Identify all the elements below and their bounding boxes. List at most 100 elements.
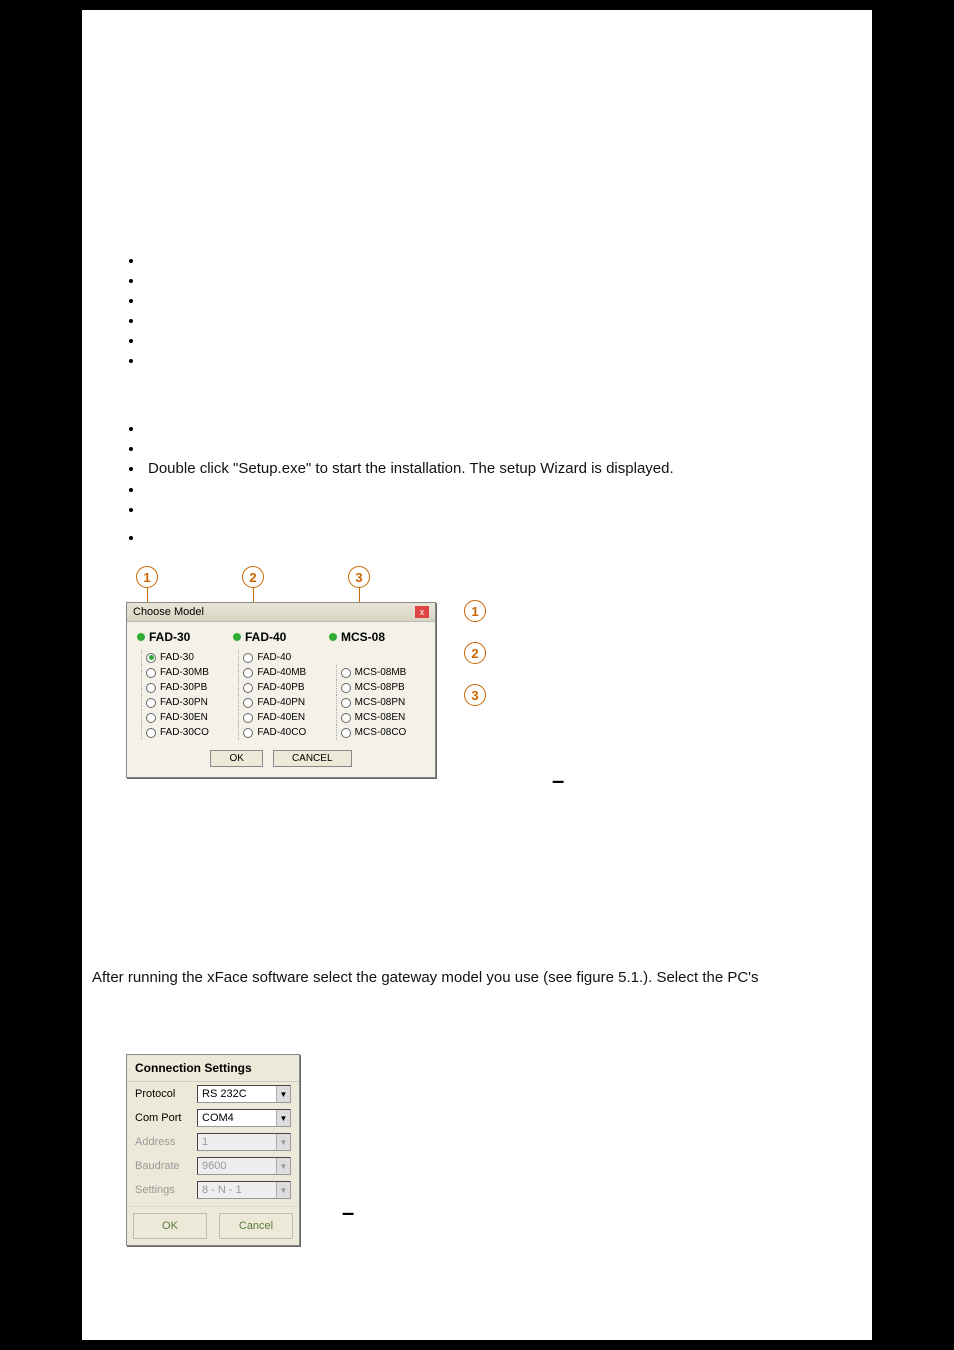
callout-3: 3 (348, 566, 370, 588)
dot-icon (329, 633, 337, 641)
header-fad30: FAD-30 (137, 630, 233, 644)
model-option[interactable]: MCS-08PN (336, 695, 425, 710)
model-col-3: xMCS-08MBMCS-08PBMCS-08PNMCS-08ENMCS-08C… (332, 650, 425, 740)
connection-select[interactable]: RS 232C▼ (197, 1085, 291, 1103)
radio-icon[interactable] (341, 728, 351, 738)
model-label: MCS-08EN (355, 712, 406, 723)
callouts-right: 1 2 3 (464, 600, 486, 706)
model-option[interactable]: MCS-08MB (336, 665, 425, 680)
dialog-title-text: Choose Model (133, 606, 204, 618)
connection-select: 1▼ (197, 1133, 291, 1151)
ok-button[interactable]: OK (210, 750, 262, 767)
radio-icon[interactable] (146, 698, 156, 708)
radio-icon[interactable] (146, 728, 156, 738)
connection-value: RS 232C (198, 1088, 276, 1100)
bullet-item: Double click "Setup.exe" to start the in… (144, 458, 674, 479)
connection-label: Address (135, 1136, 197, 1148)
radio-icon[interactable] (341, 683, 351, 693)
model-option[interactable]: MCS-08CO (336, 725, 425, 740)
model-label: FAD-30CO (160, 727, 209, 738)
model-option[interactable]: FAD-30PN (141, 695, 230, 710)
model-option[interactable]: FAD-40CO (238, 725, 327, 740)
radio-icon[interactable] (243, 683, 253, 693)
header-label: MCS-08 (341, 630, 385, 644)
dialog-titlebar: Choose Model x (127, 603, 435, 622)
connection-label: Settings (135, 1184, 197, 1196)
connection-row: Baudrate9600▼ (127, 1154, 299, 1178)
ok-button[interactable]: OK (133, 1213, 207, 1239)
radio-icon[interactable] (243, 698, 253, 708)
radio-icon[interactable] (243, 713, 253, 723)
bullet-item (144, 418, 674, 438)
bullet-item (144, 499, 674, 519)
radio-icon[interactable] (243, 728, 253, 738)
radio-icon[interactable] (243, 668, 253, 678)
cancel-button[interactable]: Cancel (219, 1213, 293, 1239)
radio-icon[interactable] (341, 713, 351, 723)
model-label: MCS-08PN (355, 697, 406, 708)
model-option[interactable]: MCS-08EN (336, 710, 425, 725)
dialog-buttons: OK CANCEL (137, 750, 425, 767)
cancel-button[interactable]: CANCEL (273, 750, 352, 767)
page-content: Double click "Setup.exe" to start the in… (82, 10, 872, 1340)
callout-2: 2 (242, 566, 264, 588)
connection-value: 9600 (198, 1160, 276, 1172)
radio-icon[interactable] (146, 683, 156, 693)
callouts-top: 1 2 3 (136, 566, 370, 588)
model-label: FAD-40 (257, 652, 291, 663)
connection-row: Com PortCOM4▼ (127, 1106, 299, 1130)
connection-row: ProtocolRS 232C▼ (127, 1082, 299, 1106)
model-option[interactable]: FAD-30CO (141, 725, 230, 740)
model-option[interactable]: FAD-40MB (238, 665, 327, 680)
radio-icon[interactable] (146, 653, 156, 663)
radio-icon[interactable] (243, 653, 253, 663)
model-option[interactable]: FAD-30EN (141, 710, 230, 725)
connection-select[interactable]: COM4▼ (197, 1109, 291, 1127)
radio-icon[interactable] (146, 668, 156, 678)
connection-select: 9600▼ (197, 1157, 291, 1175)
model-label: FAD-30PN (160, 697, 208, 708)
chevron-down-icon[interactable]: ▼ (276, 1110, 290, 1126)
callout-1: 1 (464, 600, 486, 622)
radio-icon[interactable] (341, 668, 351, 678)
model-label: FAD-40MB (257, 667, 306, 678)
radio-icon[interactable] (146, 713, 156, 723)
model-label: FAD-30PB (160, 682, 207, 693)
model-headers: FAD-30 FAD-40 MCS-08 (137, 630, 425, 644)
dot-icon (137, 633, 145, 641)
bullet-item (144, 438, 674, 458)
model-label: MCS-08MB (355, 667, 407, 678)
model-option[interactable]: FAD-40 (238, 650, 327, 665)
model-option[interactable]: FAD-40PN (238, 695, 327, 710)
bullet-list-2: Double click "Setup.exe" to start the in… (128, 418, 674, 547)
connection-value: 8 - N - 1 (198, 1184, 276, 1196)
model-label: FAD-40EN (257, 712, 305, 723)
connection-rows: ProtocolRS 232C▼Com PortCOM4▼Address1▼Ba… (127, 1082, 299, 1202)
model-label: FAD-30EN (160, 712, 208, 723)
callout-2: 2 (464, 642, 486, 664)
callout-3: 3 (464, 684, 486, 706)
model-columns: FAD-30FAD-30MB FAD-30PB FAD-30PN FAD-30EN FA… (137, 650, 425, 740)
bullet-item (144, 479, 674, 499)
connection-label: Baudrate (135, 1160, 197, 1172)
model-option[interactable]: FAD-30MB (141, 665, 230, 680)
bullet-item (144, 527, 674, 547)
radio-icon[interactable] (341, 698, 351, 708)
model-label: FAD-40CO (257, 727, 306, 738)
model-option[interactable]: FAD-30PB (141, 680, 230, 695)
model-option[interactable]: MCS-08PB (336, 680, 425, 695)
model-option[interactable]: FAD-30 (141, 650, 230, 665)
dialog2-title: Connection Settings (127, 1055, 299, 1082)
callout-1: 1 (136, 566, 158, 588)
model-option[interactable]: FAD-40EN (238, 710, 327, 725)
model-label: FAD-40PB (257, 682, 304, 693)
close-icon[interactable]: x (415, 606, 429, 618)
setup-text: Double click "Setup.exe" to start the in… (144, 460, 674, 477)
model-col-1: FAD-30FAD-30MB FAD-30PB FAD-30PN FAD-30EN FA… (137, 650, 230, 740)
chevron-down-icon[interactable]: ▼ (276, 1086, 290, 1102)
model-label: MCS-08PB (355, 682, 405, 693)
header-label: FAD-30 (149, 630, 190, 644)
dialog2-buttons: OK Cancel (127, 1206, 299, 1245)
dash-separator: – (342, 1200, 354, 1226)
model-option[interactable]: FAD-40PB (238, 680, 327, 695)
